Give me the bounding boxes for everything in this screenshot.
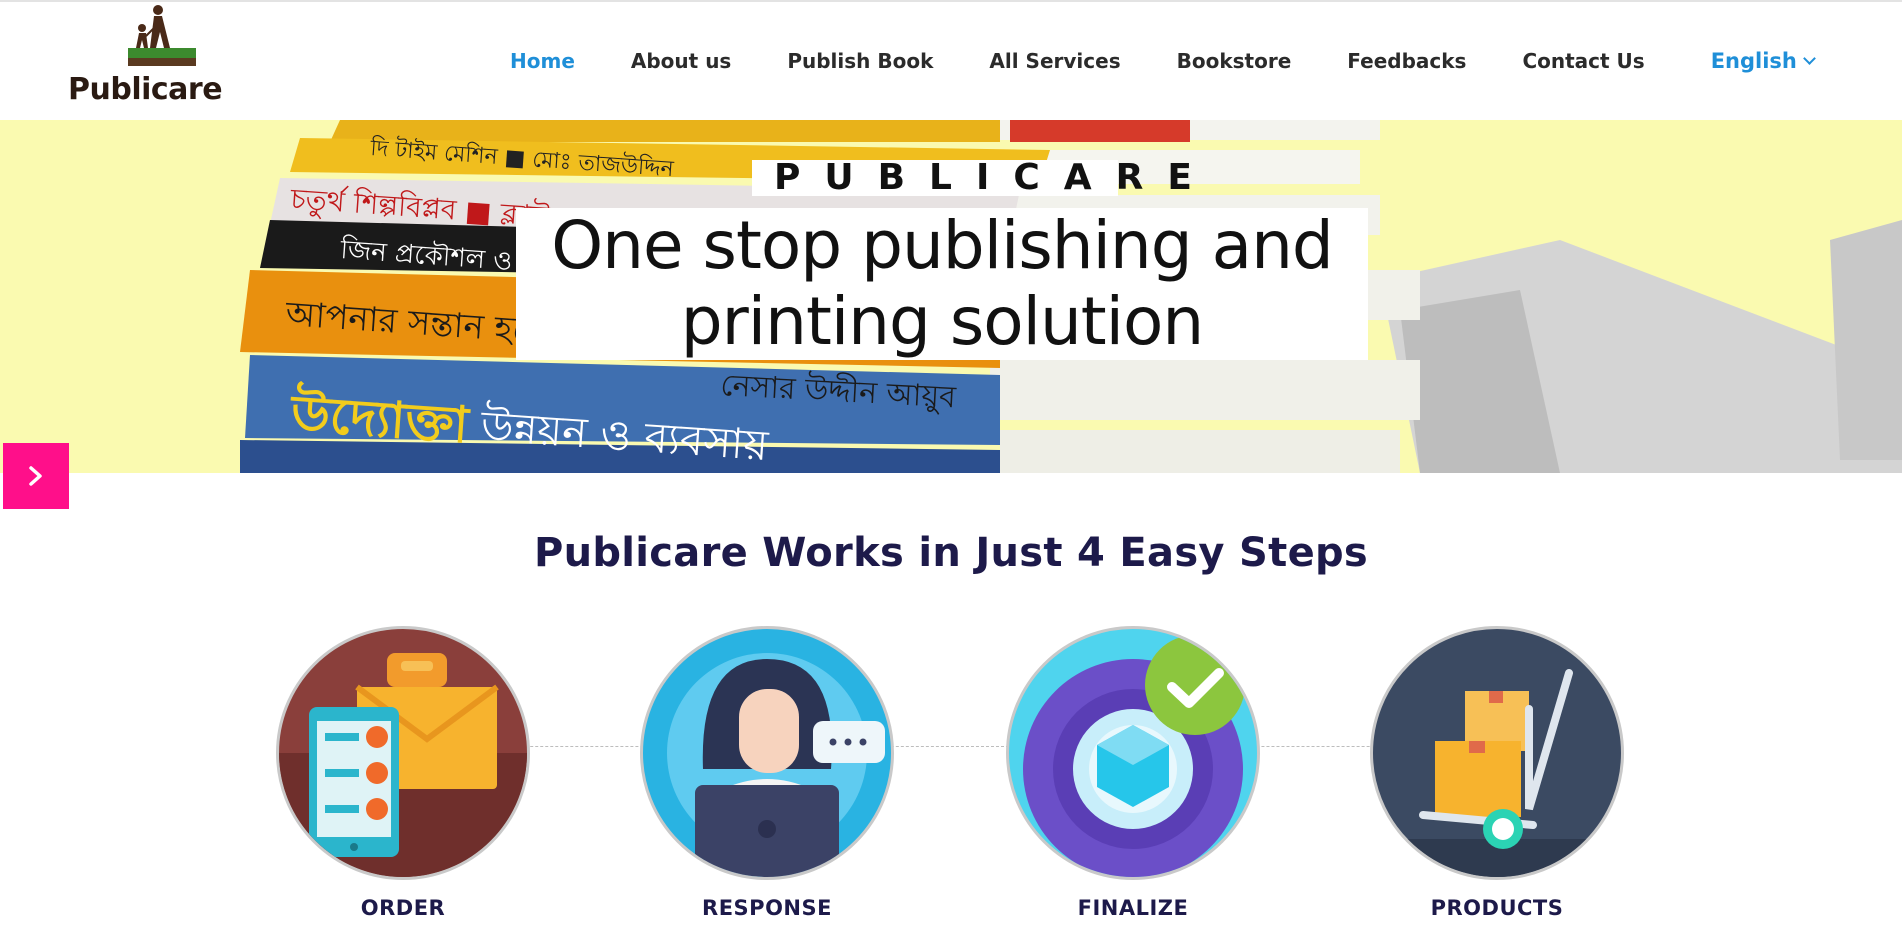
nav-item-contact[interactable]: Contact Us — [1522, 49, 1644, 73]
support-agent-icon — [640, 626, 894, 880]
hero-title-line1: One stop publishing and — [551, 207, 1334, 284]
hero-title-line2: printing solution — [680, 283, 1204, 360]
logo-wordmark: Publicare — [68, 72, 223, 107]
nav-item-feedbacks[interactable]: Feedbacks — [1347, 49, 1466, 73]
hero-banner: দি টাইম মেশিন ■ মোঃ তাজউদ্দিন চতুর্থ শিল… — [0, 120, 1902, 473]
hero-kicker: PUBLICARE — [752, 160, 1192, 196]
order-icon — [276, 626, 530, 880]
chevron-right-icon — [29, 466, 42, 486]
language-dropdown[interactable]: English — [1710, 49, 1816, 73]
site-logo[interactable]: Publicare — [68, 2, 253, 107]
step-order[interactable]: ORDER — [276, 626, 530, 920]
site-header: Publicare Home About us Publish Book All… — [0, 2, 1902, 120]
steps-heading: Publicare Works in Just 4 Easy Steps — [533, 530, 1369, 576]
language-label: English — [1710, 49, 1797, 73]
step-products[interactable]: PRODUCTS — [1370, 626, 1624, 920]
nav-item-bookstore[interactable]: Bookstore — [1177, 49, 1292, 73]
delivery-trolley-icon — [1370, 626, 1624, 880]
step-label-products: PRODUCTS — [1430, 896, 1564, 920]
step-response[interactable]: RESPONSE — [640, 626, 894, 920]
main-nav: Home About us Publish Book All Services … — [510, 46, 1816, 76]
slider-next-button[interactable] — [3, 443, 69, 509]
finalize-gear-icon — [1006, 626, 1260, 880]
nav-item-about[interactable]: About us — [631, 49, 731, 73]
step-label-finalize: FINALIZE — [1077, 896, 1189, 920]
step-finalize[interactable]: FINALIZE — [1006, 626, 1260, 920]
nav-item-all-services[interactable]: All Services — [989, 49, 1120, 73]
nav-item-home[interactable]: Home — [510, 49, 575, 73]
logo-mark-icon — [128, 5, 196, 66]
chevron-down-icon — [1803, 52, 1816, 65]
step-label-response: RESPONSE — [702, 896, 832, 920]
hero-title: One stop publishing and printing solutio… — [516, 208, 1368, 360]
step-label-order: ORDER — [360, 896, 446, 920]
nav-item-publish-book[interactable]: Publish Book — [787, 49, 933, 73]
